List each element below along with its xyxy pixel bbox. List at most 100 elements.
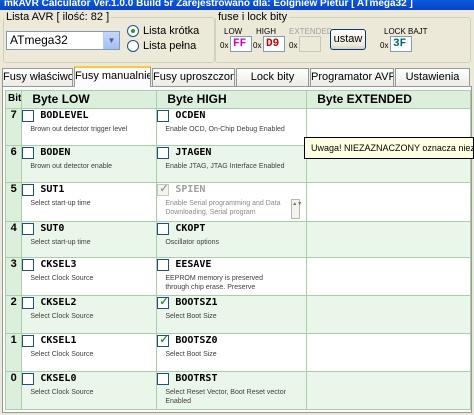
bit-number: 2	[4, 295, 23, 334]
fuse-cell-high: BOOTRST Select Reset Vector, Boot Reset v…	[156, 371, 308, 410]
fuse-checkbox[interactable]	[22, 183, 35, 196]
fuse-checkbox[interactable]	[22, 334, 35, 347]
chip-select[interactable]: ATmega32 ▼	[6, 31, 120, 50]
lock-prefix: 0x	[380, 41, 389, 50]
fuse-checkbox[interactable]	[157, 109, 170, 122]
fuse-cell-low: SUT1 Select start-up time	[21, 182, 158, 222]
tab-bar: Fusy właściwości Fusy manualnie Fusy upr…	[2, 66, 472, 87]
fuse-checkbox[interactable]	[157, 334, 170, 347]
fuse-checkbox[interactable]	[157, 372, 170, 385]
low-prefix: 0x	[220, 41, 229, 50]
fuse-description: Brown out detector enable	[30, 163, 113, 170]
high-label: HIGH	[256, 27, 276, 36]
fuse-row: 5 SUT1 Select start-up time SPIEN Enable Ser…	[4, 182, 471, 222]
fuse-name: SUT1	[40, 184, 65, 195]
fuse-checkbox[interactable]	[22, 296, 35, 309]
high-fuse-field[interactable]: D9	[263, 36, 285, 52]
fuse-cell-low: SUT0 Select start-up time	[21, 221, 158, 258]
radio-full-indicator[interactable]	[127, 40, 139, 52]
lock-byte-label: LOCK BAJT	[384, 27, 428, 36]
radio-short-list[interactable]: Lista krótka	[127, 25, 199, 37]
fuse-checkbox-line[interactable]: CKOPT	[157, 222, 306, 236]
fuse-name: BOOTSZ0	[175, 335, 218, 346]
fuse-cell-low: CKSEL1 Select Clock Source	[21, 333, 158, 372]
fuse-name: CKSEL2	[40, 297, 77, 308]
fuse-name: CKSEL3	[40, 259, 77, 270]
set-fuses-button[interactable]: ustaw	[330, 29, 366, 50]
fuse-checkbox-line[interactable]: SUT1	[22, 183, 156, 197]
fuse-name: BOOTSZ1	[175, 297, 218, 308]
fuse-description: Select Boot Size	[165, 313, 217, 320]
fuse-checkbox-line[interactable]: OCDEN	[157, 109, 306, 123]
fuse-checkbox[interactable]	[157, 296, 170, 309]
extended-label: EXTENDED	[289, 27, 333, 36]
fuse-description: Select start-up time	[30, 239, 91, 246]
tab-fuse-manual[interactable]: Fusy manualnie	[74, 66, 151, 87]
low-fuse-field[interactable]: FF	[230, 36, 252, 52]
fuse-name: SUT0	[40, 223, 65, 234]
fuse-checkbox[interactable]	[22, 258, 35, 271]
tab-avr-programmer[interactable]: Programator AVR	[310, 68, 394, 86]
fuse-description: Select Clock Source	[30, 389, 94, 396]
tab-fuse-properties[interactable]: Fusy właściwości	[2, 68, 73, 86]
fuse-checkbox-line[interactable]: CKSEL0	[22, 372, 156, 386]
fuse-cell-high: OCDEN Enable OCD, On-Chip Debug Enabled	[156, 108, 308, 146]
fuse-cell-high: BOOTSZ1 Select Boot Size	[156, 295, 308, 334]
fuse-cell-extended	[306, 295, 471, 334]
fuse-checkbox[interactable]	[157, 222, 170, 235]
fuse-description: Select Clock Source	[30, 351, 94, 358]
radio-full-list[interactable]: Lista pełna	[127, 40, 196, 52]
fuse-checkbox[interactable]	[22, 372, 35, 385]
fuse-checkbox-line[interactable]: BOOTSZ0	[157, 334, 306, 348]
fuse-checkbox-line[interactable]: JTAGEN	[157, 146, 306, 160]
fuse-checkbox-line: SPIEN	[157, 183, 306, 197]
fuse-description: Enable JTAG, JTAG Interface Enabled	[165, 163, 285, 170]
fuse-description: Select Boot Size	[165, 351, 217, 358]
fuse-cell-extended	[306, 371, 471, 410]
fuse-checkbox-line[interactable]: CKSEL2	[22, 296, 156, 310]
tab-fuse-simplified[interactable]: Fusy uproszczone	[152, 68, 235, 86]
fuse-cell-extended	[306, 182, 471, 222]
fuse-description: Oscillator options	[165, 239, 220, 246]
fuse-name: CKOPT	[175, 223, 206, 234]
fuse-checkbox	[157, 183, 170, 196]
bit-number: 4	[4, 221, 23, 258]
fuse-checkbox-line[interactable]: CKSEL1	[22, 334, 156, 348]
fuse-checkbox[interactable]	[157, 146, 170, 159]
fuse-name: JTAGEN	[175, 147, 212, 158]
fuse-checkbox[interactable]	[157, 258, 170, 271]
tab-settings[interactable]: Ustawienia	[395, 68, 470, 86]
fuse-lock-legend: fuse i lock bity	[218, 11, 288, 23]
tab-lock-bits[interactable]: Lock bity	[236, 68, 309, 86]
lock-byte-field[interactable]: 3F	[390, 36, 412, 52]
fuse-name: BODEN	[40, 147, 71, 158]
fuse-checkbox-line[interactable]: SUT0	[22, 222, 156, 236]
fuse-checkbox-line[interactable]: BOOTRST	[157, 372, 306, 386]
chevron-down-icon[interactable]: ▼	[103, 32, 119, 49]
fuse-description: Select start-up time	[30, 200, 91, 207]
bit-number: 0	[4, 371, 23, 410]
fuse-cell-extended	[306, 257, 471, 296]
fuse-cell-low: CKSEL0 Select Clock Source	[21, 371, 158, 410]
fuse-checkbox-line[interactable]: BODEN	[22, 146, 156, 160]
bit-column-header: Bit	[4, 90, 23, 109]
byte-low-header: Byte LOW	[21, 90, 158, 109]
fuse-checkbox-line[interactable]: BODLEVEL	[22, 109, 156, 123]
scroll-arrows-icon[interactable]: ▲▼	[291, 199, 302, 219]
fuse-name: SPIEN	[175, 184, 206, 195]
radio-short-indicator[interactable]	[127, 25, 139, 37]
fuse-checkbox-line[interactable]: BOOTSZ1	[157, 296, 306, 310]
fuse-description: Select Reset Vector, Boot Reset vector E…	[165, 389, 286, 405]
fuse-checkbox[interactable]	[22, 146, 35, 159]
fuse-checkbox[interactable]	[22, 109, 35, 122]
fuse-checkbox[interactable]	[22, 222, 35, 235]
bit-number: 6	[4, 145, 23, 183]
fuse-checkbox-line[interactable]: EESAVE	[157, 258, 306, 272]
extended-prefix: 0x	[289, 41, 298, 50]
fuse-cell-extended	[306, 333, 471, 372]
radio-full-label: Lista pełna	[143, 40, 197, 52]
high-prefix: 0x	[253, 41, 262, 50]
radio-short-label: Lista krótka	[143, 25, 200, 37]
bit-number: 3	[4, 257, 23, 296]
fuse-checkbox-line[interactable]: CKSEL3	[22, 258, 156, 272]
